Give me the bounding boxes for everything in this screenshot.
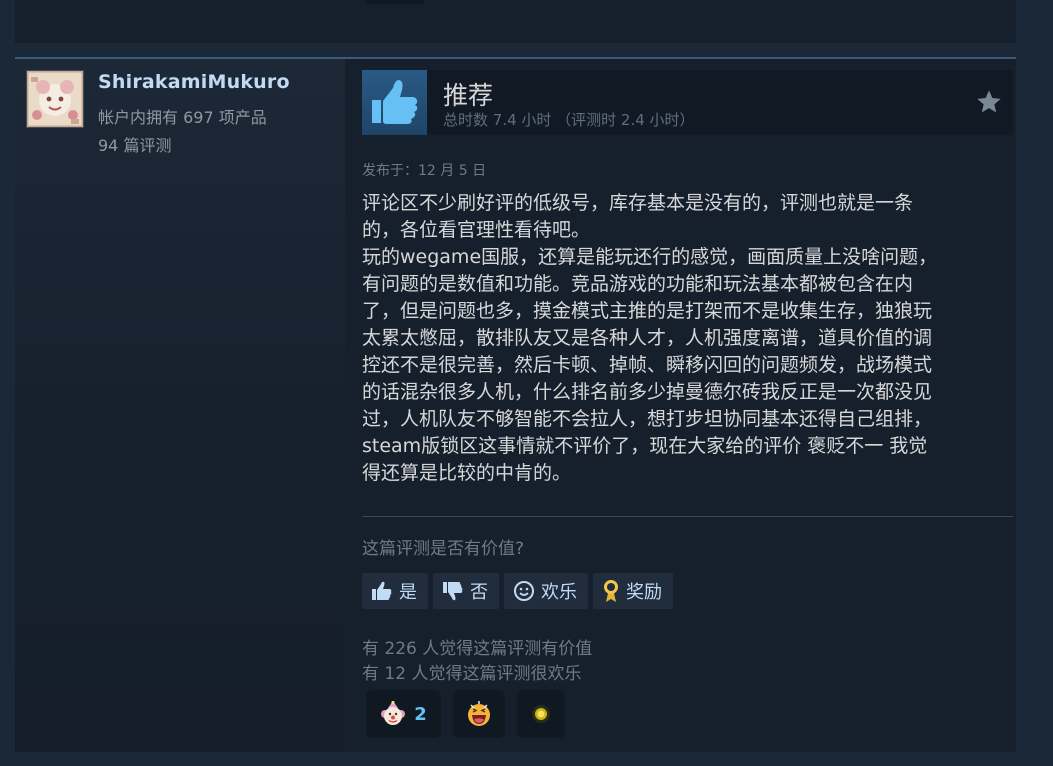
no-label: 否: [470, 582, 488, 603]
award-clown-count: 2: [414, 703, 427, 725]
feedback-buttons: 是 否 欢乐 奖励: [362, 573, 673, 609]
vote-header[interactable]: 推荐 总时数 7.4 小时 （评测时 2.4 小时）: [362, 70, 1013, 135]
previous-review-stub: [365, 0, 425, 4]
previous-review-strip: [15, 0, 1016, 43]
reviewer-name[interactable]: ShirakamiMukuro: [98, 71, 290, 93]
helpful-count: 有 226 人觉得这篇评测有价值: [362, 639, 593, 659]
award-orb[interactable]: [517, 690, 565, 738]
award-laughing[interactable]: [453, 690, 505, 738]
funny-count: 有 12 人觉得这篇评测很欢乐: [362, 664, 582, 684]
star-icon[interactable]: [975, 88, 1003, 116]
smiley-icon: [514, 581, 534, 601]
laughing-face-award-icon: [468, 701, 490, 726]
funny-button[interactable]: 欢乐: [504, 573, 588, 609]
thumbs-up-icon: [362, 70, 427, 135]
thumbs-up-icon: [372, 581, 392, 600]
review-count[interactable]: 94 篇评测: [98, 132, 171, 156]
products-owned[interactable]: 帐户内拥有 697 项产品: [98, 104, 267, 128]
review-content: 推荐 总时数 7.4 小时 （评测时 2.4 小时） 发布于：12 月 5 日 …: [362, 59, 1016, 752]
no-button[interactable]: 否: [433, 573, 499, 609]
review-card: ShirakamiMukuro 帐户内拥有 697 项产品 94 篇评测 推荐 …: [15, 57, 1016, 752]
award-medal-icon: [604, 580, 618, 602]
review-body: 评论区不少刷好评的低级号，库存基本是没有的，评测也就是一条 的，各位看官理性看待…: [362, 192, 938, 484]
avatar[interactable]: [26, 70, 84, 128]
recommendation-title: 推荐: [443, 81, 494, 110]
award-clown[interactable]: 2: [366, 690, 441, 738]
funny-label: 欢乐: [541, 582, 577, 603]
avatar-image-icon: [27, 71, 83, 127]
yes-button[interactable]: 是: [362, 573, 428, 609]
helpful-question: 这篇评测是否有价值?: [362, 539, 525, 559]
reviewer-panel: ShirakamiMukuro 帐户内拥有 697 项产品 94 篇评测: [15, 59, 345, 752]
glowing-orb-award-icon: [532, 705, 550, 723]
divider: [362, 516, 1013, 517]
clown-face-award-icon: [381, 701, 406, 725]
award-list: 2: [366, 690, 565, 738]
award-button[interactable]: 奖励: [593, 573, 673, 609]
playtime-hours: 总时数 7.4 小时 （评测时 2.4 小时）: [443, 111, 695, 129]
award-label: 奖励: [626, 582, 662, 603]
yes-label: 是: [399, 582, 417, 603]
posted-date: 发布于：12 月 5 日: [362, 163, 487, 179]
thumbs-down-icon: [443, 582, 463, 601]
